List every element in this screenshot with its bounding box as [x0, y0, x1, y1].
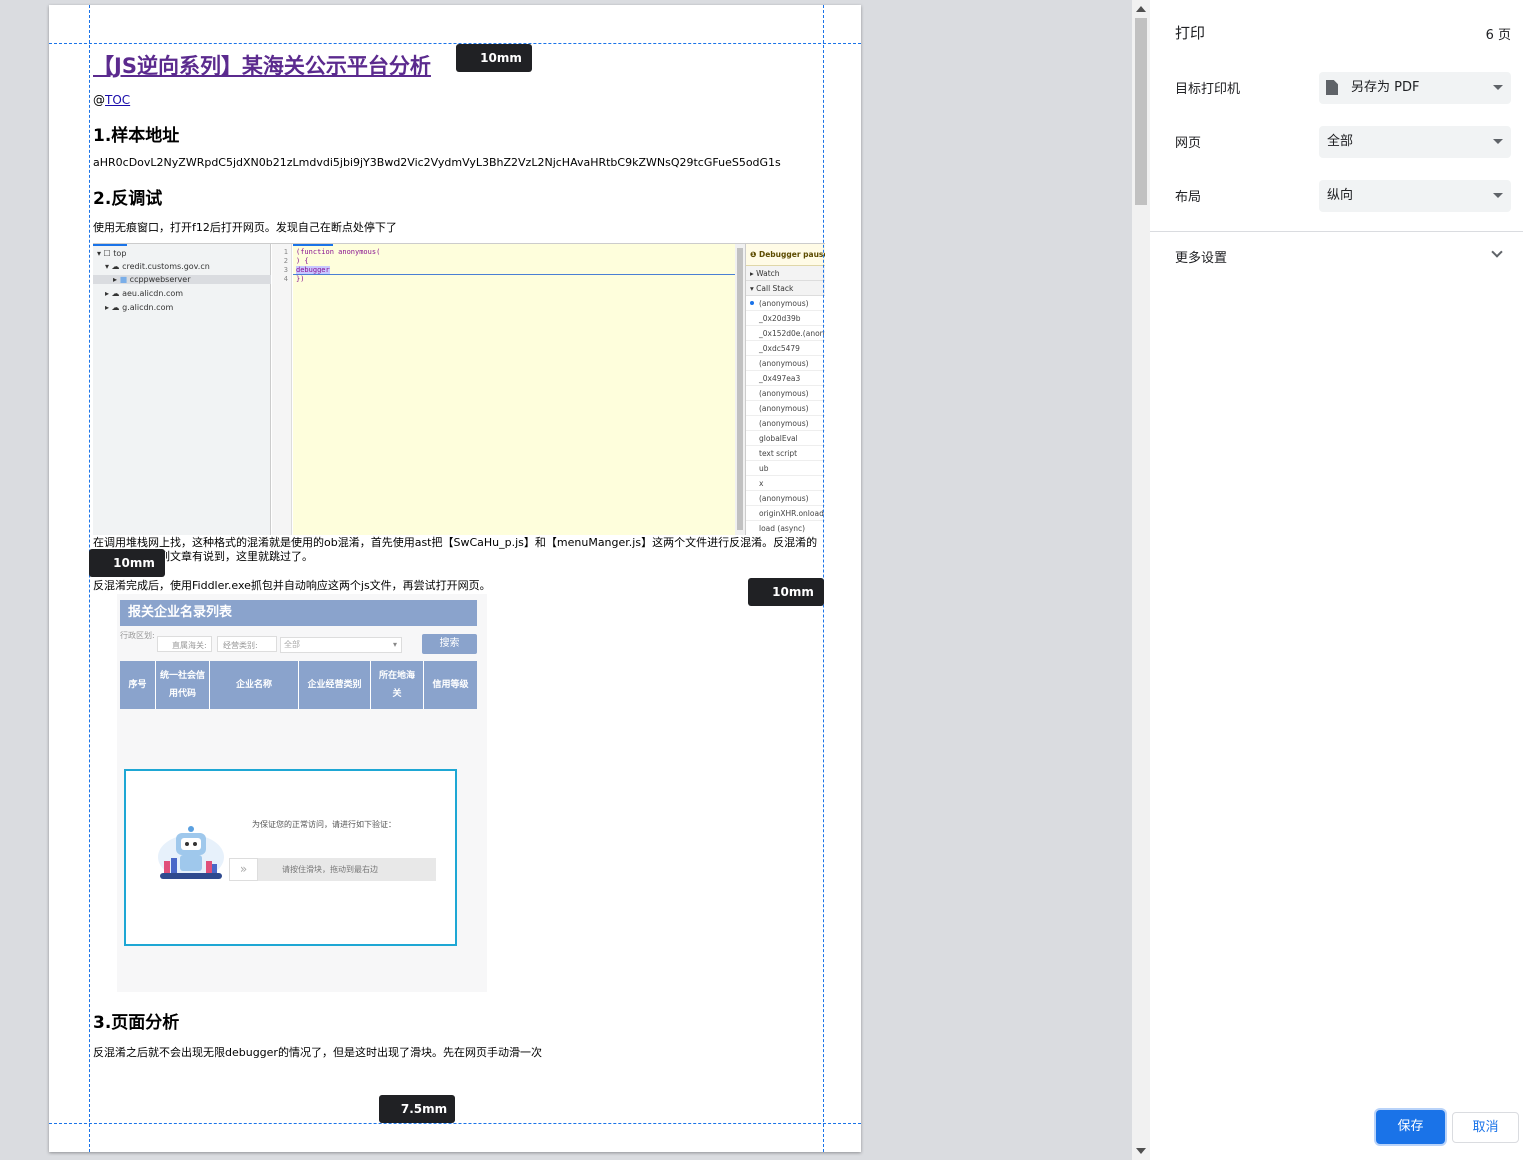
filter-type-select: 全部 ▾	[280, 637, 402, 653]
pages-label: 网页	[1175, 136, 1202, 151]
save-button[interactable]: 保存	[1376, 1110, 1445, 1144]
toc-prefix: @	[93, 93, 105, 107]
anti-debug-text: 使用无痕窗口，打开f12后打开网页。发现自己在断点处停下了	[93, 221, 397, 234]
margin-guide-bottom[interactable]	[49, 1123, 861, 1124]
dropdown-caret-icon	[1493, 193, 1503, 198]
col-header: 序号	[120, 661, 156, 709]
margin-top-badge: 10mm	[456, 44, 532, 72]
filter-region-label: 行政区划:	[120, 631, 155, 640]
document-title: 【JS逆向系列】某海关公示平台分析	[93, 54, 431, 78]
pages-select[interactable]: 全部	[1319, 126, 1511, 158]
print-title: 打印	[1175, 24, 1206, 42]
preview-page: 【JS逆向系列】某海关公示平台分析 @TOC 1.样本地址 aHR0cDovL2…	[49, 5, 861, 1152]
cancel-button[interactable]: 取消	[1452, 1112, 1519, 1143]
preview-scrollbar[interactable]	[1132, 0, 1150, 1160]
ob-obfuscation-text: 在调用堆栈网上找，这种格式的混淆就是使用的ob混淆，首先使用ast把【SwCaH…	[93, 536, 818, 563]
dropdown-caret-icon	[1493, 139, 1503, 144]
toc-link[interactable]: TOC	[105, 93, 130, 107]
code-line: (function anonymous(	[296, 248, 381, 256]
section-heading-2: 2.反调试	[93, 189, 163, 209]
code-editor: (function anonymous( ) { debugger })	[293, 244, 735, 535]
slider-captcha-dialog: 为保证您的正常访问，请进行如下验证： » 请按住滑块，拖动到最右边	[124, 769, 457, 946]
robot-illustration	[158, 826, 224, 879]
callstack-frame: _0x497ea3	[746, 371, 825, 386]
dropdown-arrow-icon: ▾	[392, 640, 397, 649]
callstack-frame: _0x152d0e.(anonymous)	[746, 326, 825, 341]
filter-customs-label: 直属海关:	[172, 641, 207, 650]
callstack-frame: _0x20d39b	[746, 311, 825, 326]
callstack-frame: (anonymous)	[746, 401, 825, 416]
callstack-frame: x	[746, 476, 825, 491]
callstack-frame: ub	[746, 461, 825, 476]
customs-table-header: 序号 统一社会信用代码 企业名称 企业经营类别 所在地海关 信用等级	[120, 661, 477, 709]
scroll-down-arrow[interactable]	[1136, 1148, 1146, 1154]
callstack-frame: (anonymous)	[746, 386, 825, 401]
callstack-frame: load (async)	[746, 521, 825, 535]
customs-page-screenshot: 报关企业名录列表 行政区划: 直属海关: 经营类别: 全部 ▾ 搜索 序号 统一社…	[117, 594, 487, 992]
margin-bottom-badge: 7.5mm	[379, 1095, 455, 1123]
info-icon: ❶	[750, 250, 757, 259]
tree-node-domain: ▾ ☁ credit.customs.gov.cn	[105, 262, 210, 271]
tree-node-folder: ▸ ■ ccppwebserver	[93, 275, 271, 284]
printer-label: 目标打印机	[1175, 82, 1241, 97]
customs-search-button: 搜索	[422, 634, 477, 654]
tree-node-g: ▸ ☁ g.alicdn.com	[105, 303, 174, 312]
section-heading-3: 3.页面分析	[93, 1013, 180, 1033]
col-header: 所在地海关	[371, 661, 424, 709]
callstack-frame: globalEval	[746, 431, 825, 446]
col-header: 统一社会信用代码	[156, 661, 210, 709]
col-header: 信用等级	[432, 680, 469, 690]
chevron-down-icon[interactable]	[1491, 246, 1503, 258]
page-analysis-text: 反混淆之后就不会出现无限debugger的情况了，但是这时出现了滑块。先在网页手…	[93, 1046, 542, 1059]
print-preview-area: 【JS逆向系列】某海关公示平台分析 @TOC 1.样本地址 aHR0cDovL2…	[0, 0, 1132, 1160]
scroll-thumb[interactable]	[1135, 18, 1147, 205]
callstack-frame: originXHR.onload	[746, 506, 825, 521]
section-heading-1: 1.样本地址	[93, 126, 180, 146]
captcha-slider-knob: »	[229, 858, 258, 881]
callstack-frame: text script	[746, 446, 825, 461]
fiddler-text: 反混淆完成后，使用Fiddler.exe抓包并自动响应这两个js文件，再尝试打开…	[93, 579, 491, 592]
watch-section: ▸ Watch	[746, 266, 825, 281]
code-line: ) {	[296, 257, 309, 265]
tree-node-top: ▾ ☐ top	[97, 249, 127, 258]
scroll-up-arrow[interactable]	[1136, 6, 1146, 12]
callstack-frame: _0xdc5479	[746, 341, 825, 356]
captcha-slider-track: » 请按住滑块，拖动到最右边	[229, 858, 436, 881]
sample-url-text: aHR0cDovL2NyZWRpdC5jdXN0b21zLmdvdi5jbi9j…	[93, 156, 781, 169]
margin-right-badge: 10mm	[748, 578, 824, 606]
dropdown-caret-icon	[1493, 85, 1503, 90]
captcha-message: 为保证您的正常访问，请进行如下验证：	[252, 820, 396, 829]
callstack-frame: (anonymous)	[746, 416, 825, 431]
debugger-sidebar: ❶ Debugger paused ▸ Watch ▾ Call Stack (…	[745, 244, 825, 535]
folder-icon: ■	[119, 275, 128, 284]
print-settings-panel: 打印 6 页 目标打印机 另存为 PDF 网页 全部 布局 纵向 更多设置 保存…	[1150, 0, 1523, 1160]
customs-banner: 报关企业名录列表	[120, 600, 477, 626]
captcha-slider-hint: 请按住滑块，拖动到最右边	[282, 865, 378, 874]
col-header: 企业名称	[210, 661, 299, 709]
debugger-paused-banner: ❶ Debugger paused	[746, 244, 825, 266]
line-number-gutter: 1 2 3 4	[272, 244, 292, 535]
code-line: })	[296, 275, 305, 283]
margin-guide-left[interactable]	[89, 5, 90, 1152]
callstack-frame: (anonymous)	[746, 491, 825, 506]
filter-type-label: 经营类别:	[223, 641, 258, 650]
col-header: 企业经营类别	[299, 661, 371, 709]
margin-left-badge: 10mm	[89, 549, 165, 577]
layout-select[interactable]: 纵向	[1319, 180, 1511, 212]
toc-line: @TOC	[93, 93, 130, 107]
layout-label: 布局	[1175, 190, 1202, 205]
callstack-frame: (anonymous)	[746, 296, 825, 311]
callstack-frame: (anonymous)	[746, 356, 825, 371]
margin-guide-top[interactable]	[49, 43, 861, 44]
devtools-screenshot: ▾ ☐ top ▾ ☁ credit.customs.gov.cn ▸ ■ cc…	[93, 243, 825, 535]
panel-divider	[1150, 231, 1523, 232]
sources-file-tree: ▾ ☐ top ▾ ☁ credit.customs.gov.cn ▸ ■ cc…	[93, 244, 271, 535]
pdf-file-icon	[1326, 80, 1338, 95]
code-scrollbar	[735, 244, 745, 535]
more-settings-toggle[interactable]: 更多设置	[1175, 247, 1227, 266]
page-count: 6 页	[1485, 28, 1511, 43]
callstack-section: ▾ Call Stack	[746, 281, 825, 296]
tree-node-aeu: ▸ ☁ aeu.alicdn.com	[105, 289, 184, 298]
printer-select[interactable]: 另存为 PDF	[1319, 72, 1511, 104]
